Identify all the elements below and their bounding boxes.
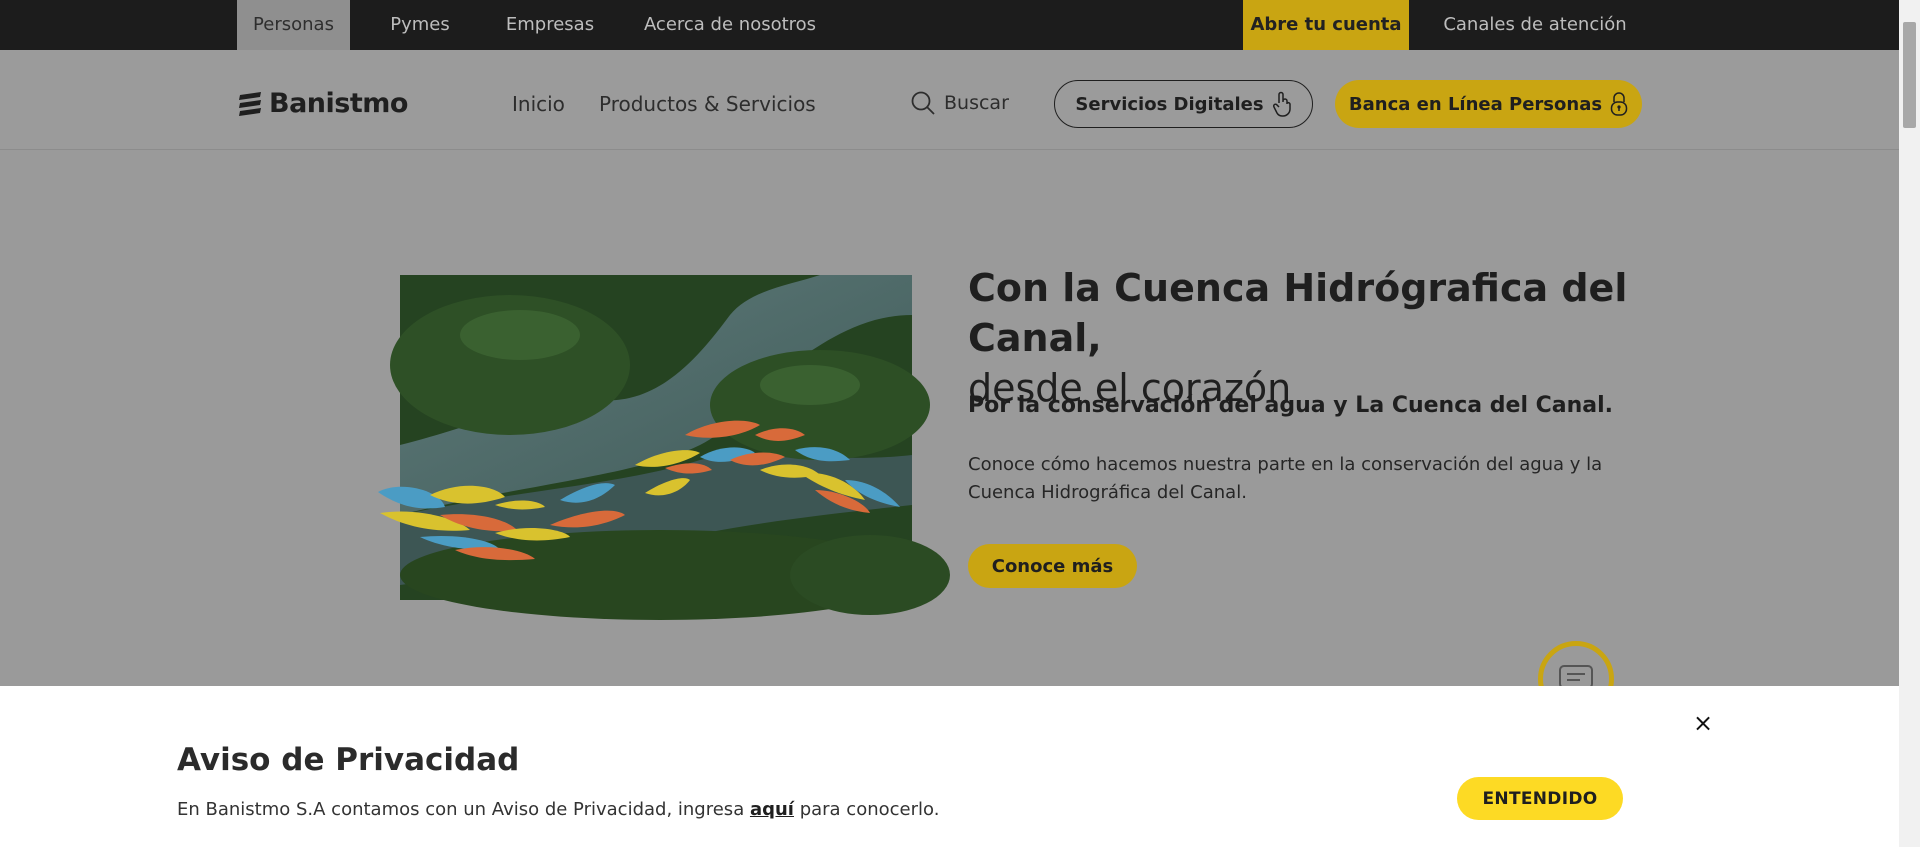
learn-more-button[interactable]: Conoce más: [968, 544, 1137, 588]
logo[interactable]: Banistmo: [237, 87, 408, 119]
privacy-banner: × Aviso de Privacidad En Banistmo S.A co…: [0, 686, 1899, 847]
open-account-button[interactable]: Abre tu cuenta: [1243, 0, 1409, 50]
lock-icon: [1610, 92, 1628, 116]
tab-acerca[interactable]: Acerca de nosotros: [640, 0, 820, 50]
privacy-text: En Banistmo S.A contamos con un Aviso de…: [177, 799, 939, 820]
hero-title-bold: Con la Cuenca Hidrógrafica del Canal,: [968, 266, 1628, 360]
main-header: Banistmo Inicio Productos & Servicios Bu…: [0, 50, 1899, 150]
close-icon[interactable]: ×: [1692, 711, 1714, 735]
top-bar: Personas Pymes Empresas Acerca de nosotr…: [0, 0, 1899, 50]
digital-services-label: Servicios Digitales: [1075, 93, 1264, 115]
privacy-text-before: En Banistmo S.A contamos con un Aviso de…: [177, 799, 750, 820]
logo-mark-icon: [239, 92, 261, 116]
hero-description: Conoce cómo hacemos nuestra parte en la …: [968, 454, 1603, 503]
logo-text: Banistmo: [269, 87, 408, 119]
nav-productos-servicios[interactable]: Productos & Servicios: [599, 92, 816, 116]
hand-pointer-icon: [1272, 91, 1291, 117]
digital-services-button[interactable]: Servicios Digitales: [1054, 80, 1313, 128]
tab-empresas[interactable]: Empresas: [494, 0, 606, 50]
hero-title: Con la Cuenca Hidrógrafica del Canal, de…: [968, 263, 1688, 413]
hero-subtitle: Por la conservación del agua y La Cuenca…: [968, 393, 1614, 418]
online-banking-label: Banca en Línea Personas: [1348, 93, 1603, 115]
privacy-link[interactable]: aquí: [750, 799, 794, 820]
support-channels-link[interactable]: Canales de atención: [1440, 0, 1630, 50]
scrollbar-thumb[interactable]: [1903, 22, 1916, 128]
hero-image: [378, 275, 950, 620]
search-icon: [911, 91, 935, 115]
understood-button[interactable]: ENTENDIDO: [1457, 777, 1623, 820]
privacy-text-after: para conocerlo.: [793, 799, 940, 820]
search-label: Buscar: [944, 92, 1009, 114]
privacy-title: Aviso de Privacidad: [177, 742, 520, 778]
search-button[interactable]: Buscar: [910, 90, 1009, 116]
tab-pymes[interactable]: Pymes: [380, 0, 460, 50]
nav-inicio[interactable]: Inicio: [512, 92, 565, 116]
online-banking-button[interactable]: Banca en Línea Personas: [1335, 80, 1642, 128]
tab-personas[interactable]: Personas: [237, 0, 350, 50]
